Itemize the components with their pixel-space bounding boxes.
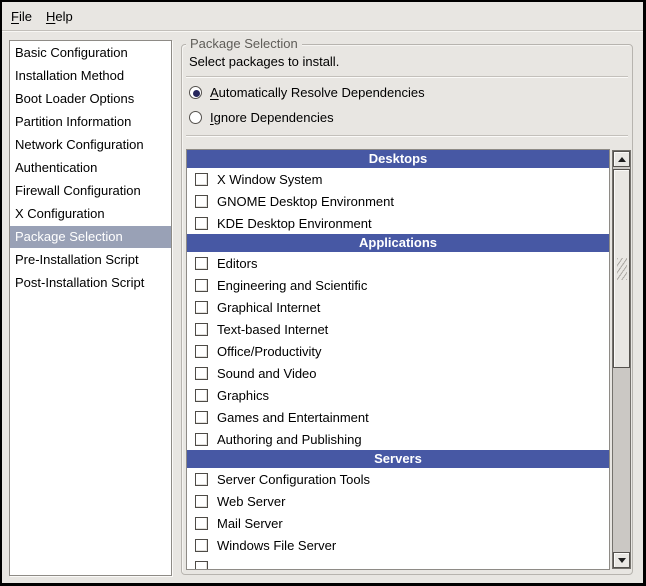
package-label: Games and Entertainment [217, 410, 369, 425]
radio-button-icon[interactable] [189, 86, 202, 99]
package-row-x-window-system[interactable]: X Window System [187, 168, 609, 190]
sidebar-item-network-configuration[interactable]: Network Configuration [10, 134, 171, 156]
kickstart-configurator-window: File Help Basic ConfigurationInstallatio… [2, 2, 643, 583]
sidebar-item-boot-loader-options[interactable]: Boot Loader Options [10, 88, 171, 110]
sidebar-item-x-configuration[interactable]: X Configuration [10, 203, 171, 225]
sidebar-list[interactable]: Basic ConfigurationInstallation MethodBo… [9, 40, 172, 576]
package-label: Windows File Server [217, 538, 336, 553]
menu-file-hotkey: F [11, 9, 19, 24]
package-row-mail-server[interactable]: Mail Server [187, 512, 609, 534]
package-checkbox[interactable] [195, 173, 208, 186]
package-checkbox[interactable] [195, 323, 208, 336]
frame-description: Select packages to install. [189, 54, 339, 69]
menu-help-hotkey: H [46, 9, 55, 24]
package-checkbox[interactable] [195, 301, 208, 314]
sidebar-item-pre-installation-script[interactable]: Pre-Installation Script [10, 249, 171, 271]
package-label: Web Server [217, 494, 285, 509]
package-label: Engineering and Scientific [217, 278, 367, 293]
package-row-server-configuration-tools[interactable]: Server Configuration Tools [187, 468, 609, 490]
radio-button-icon[interactable] [189, 111, 202, 124]
package-row-gnome-desktop-environment[interactable]: GNOME Desktop Environment [187, 190, 609, 212]
package-checkbox[interactable] [195, 217, 208, 230]
down-arrow-icon [618, 558, 626, 563]
up-arrow-icon [618, 157, 626, 162]
package-group-header-applications: Applications [187, 234, 609, 252]
package-list-scrollbar[interactable] [612, 150, 631, 569]
package-checkbox[interactable] [195, 517, 208, 530]
package-row-windows-file-server[interactable]: Windows File Server [187, 534, 609, 556]
sidebar-item-authentication[interactable]: Authentication [10, 157, 171, 179]
radio-ignore-deps[interactable]: Ignore Dependencies [189, 107, 334, 127]
package-checkbox[interactable] [195, 367, 208, 380]
scrollbar-grip-icon [617, 258, 627, 280]
separator [186, 76, 628, 78]
package-label: Authoring and Publishing [217, 432, 362, 447]
radio-auto-resolve[interactable]: Automatically Resolve Dependencies [189, 82, 425, 102]
frame-title: Package Selection [186, 36, 302, 51]
package-label: Office/Productivity [217, 344, 322, 359]
package-checkbox[interactable] [195, 411, 208, 424]
package-checkbox[interactable] [195, 279, 208, 292]
package-row-kde-desktop-environment[interactable]: KDE Desktop Environment [187, 212, 609, 234]
menu-help[interactable]: Help [39, 6, 80, 27]
menu-help-label: elp [55, 9, 72, 24]
package-row-office-productivity[interactable]: Office/Productivity [187, 340, 609, 362]
radio-auto-resolve-label: Automatically Resolve Dependencies [210, 85, 425, 100]
sidebar-item-post-installation-script[interactable]: Post-Installation Script [10, 272, 171, 294]
package-label: GNOME Desktop Environment [217, 194, 394, 209]
package-checkbox[interactable] [195, 561, 208, 571]
menu-file-label: ile [19, 9, 32, 24]
package-checkbox[interactable] [195, 433, 208, 446]
package-row-games-and-entertainment[interactable]: Games and Entertainment [187, 406, 609, 428]
menubar: File Help [2, 2, 643, 31]
package-checkbox[interactable] [195, 539, 208, 552]
package-label: Graphics [217, 388, 269, 403]
scrollbar-thumb[interactable] [613, 169, 630, 368]
package-label: Mail Server [217, 516, 283, 531]
package-row-editors[interactable]: Editors [187, 252, 609, 274]
scrollbar-up-button[interactable] [613, 151, 630, 167]
package-checkbox[interactable] [195, 473, 208, 486]
package-list[interactable]: Desktops X Window System GNOME Desktop Env… [186, 149, 610, 570]
package-checkbox[interactable] [195, 345, 208, 358]
package-row-sound-and-video[interactable]: Sound and Video [187, 362, 609, 384]
package-label: Text-based Internet [217, 322, 328, 337]
sidebar-item-installation-method[interactable]: Installation Method [10, 65, 171, 87]
separator [186, 135, 628, 137]
sidebar-item-package-selection[interactable]: Package Selection [10, 226, 171, 248]
package-label: Server Configuration Tools [217, 472, 370, 487]
package-checkbox[interactable] [195, 495, 208, 508]
package-label: Editors [217, 256, 257, 271]
package-row-authoring-and-publishing[interactable]: Authoring and Publishing [187, 428, 609, 450]
package-row-graphical-internet[interactable]: Graphical Internet [187, 296, 609, 318]
sidebar-item-partition-information[interactable]: Partition Information [10, 111, 171, 133]
package-group-header-desktops: Desktops [187, 150, 609, 168]
sidebar-item-basic-configuration[interactable]: Basic Configuration [10, 42, 171, 64]
package-selection-frame: Package Selection Select packages to ins… [181, 44, 633, 575]
package-row-text-based-internet[interactable]: Text-based Internet [187, 318, 609, 340]
radio-ignore-deps-label: Ignore Dependencies [210, 110, 334, 125]
package-label: KDE Desktop Environment [217, 216, 372, 231]
package-group-header-servers: Servers [187, 450, 609, 468]
package-row-engineering-and-scientific[interactable]: Engineering and Scientific [187, 274, 609, 296]
package-row-partial[interactable] [187, 556, 609, 570]
package-row-graphics[interactable]: Graphics [187, 384, 609, 406]
package-label: Sound and Video [217, 366, 317, 381]
package-row-web-server[interactable]: Web Server [187, 490, 609, 512]
package-label: Graphical Internet [217, 300, 320, 315]
package-checkbox[interactable] [195, 257, 208, 270]
package-label: X Window System [217, 172, 322, 187]
sidebar-item-firewall-configuration[interactable]: Firewall Configuration [10, 180, 171, 202]
menu-file[interactable]: File [4, 6, 39, 27]
package-checkbox[interactable] [195, 389, 208, 402]
package-checkbox[interactable] [195, 195, 208, 208]
scrollbar-down-button[interactable] [613, 552, 630, 568]
